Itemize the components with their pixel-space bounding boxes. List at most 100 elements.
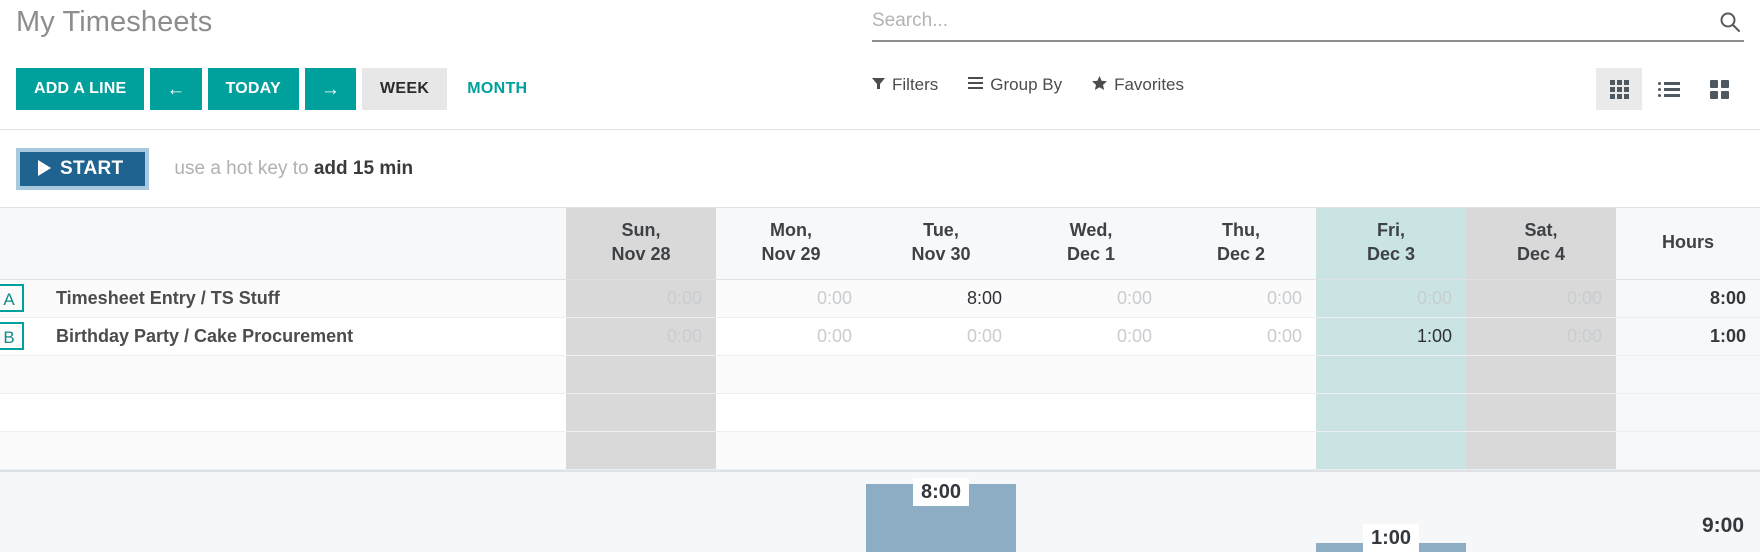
row-description[interactable]: Birthday Party / Cake Procurement (36, 317, 566, 356)
row-badge-cell: A (0, 279, 36, 318)
empty-cell (1316, 355, 1466, 394)
favorites-menu[interactable]: Favorites (1092, 75, 1184, 95)
hours-input-cell[interactable]: 0:00 (1466, 279, 1616, 318)
empty-cell (0, 431, 36, 470)
start-timer-button[interactable]: START (16, 147, 150, 190)
empty-cell (1616, 355, 1760, 394)
day-name: Wed, (1069, 220, 1113, 240)
row-badge[interactable]: B (0, 322, 24, 351)
chart-bar-label: 1:00 (1362, 523, 1420, 552)
empty-cell (716, 393, 866, 432)
empty-cell (1016, 355, 1166, 394)
empty-cell (1166, 393, 1316, 432)
view-kanban-button[interactable] (1696, 68, 1742, 110)
play-icon (38, 160, 51, 176)
scale-week-button[interactable]: WEEK (362, 68, 448, 110)
empty-cell (866, 393, 1016, 432)
hours-input-cell[interactable]: 0:00 (716, 279, 866, 318)
hours-input-cell[interactable]: 0:00 (716, 317, 866, 356)
hours-input-cell[interactable]: 0:00 (566, 317, 716, 356)
empty-cell (866, 355, 1016, 394)
empty-cell (1616, 431, 1760, 470)
day-date: Dec 2 (1216, 244, 1266, 265)
empty-cell (566, 431, 716, 470)
day-column-header-4: Thu, Dec 2 (1166, 208, 1316, 280)
day-name: Mon, (770, 220, 812, 240)
view-switcher (1596, 68, 1742, 110)
hours-input-cell[interactable]: 0:00 (566, 279, 716, 318)
day-date: Nov 30 (911, 244, 971, 265)
grid-header-row: Sun, Nov 28 Mon, Nov 29 Tue, Nov 30 Wed, Dec 1 T… (0, 208, 1760, 280)
list-icon (1658, 81, 1680, 97)
next-period-button[interactable]: → (304, 68, 357, 110)
day-name: Sun, (621, 220, 661, 240)
search-input[interactable] (872, 8, 1672, 34)
day-name: Thu, (1222, 220, 1260, 240)
hours-bar-chart: 8:00 1:00 9:00 (0, 469, 1760, 552)
add-a-line-button[interactable]: ADD A LINE (16, 68, 145, 110)
empty-cell (566, 355, 716, 394)
action-button-row: ADD A LINE ← TODAY → WEEK MONTH (16, 68, 547, 110)
timesheet-grid: Sun, Nov 28 Mon, Nov 29 Tue, Nov 30 Wed, Dec 1 T… (0, 208, 1760, 470)
row-description[interactable]: Timesheet Entry / TS Stuff (36, 279, 566, 318)
empty-row (0, 393, 1760, 432)
empty-cell (1016, 431, 1166, 470)
day-column-header-2: Tue, Nov 30 (866, 208, 1016, 280)
hotkey-hint-prefix: use a hot key to (174, 157, 314, 179)
hours-input-cell[interactable]: 8:00 (866, 279, 1016, 318)
search-bar (872, 8, 1744, 42)
day-date: Dec 3 (1366, 244, 1416, 265)
empty-cell (566, 393, 716, 432)
hours-input-cell[interactable]: 0:00 (1316, 279, 1466, 318)
control-panel: My Timesheets ADD A LINE ← TODAY → WEEK … (0, 0, 1760, 130)
empty-cell (1016, 393, 1166, 432)
view-grid-button[interactable] (1596, 68, 1642, 110)
grid-body: A Timesheet Entry / TS Stuff 0:00 0:00 8:00 0… (0, 279, 1760, 470)
timer-bar: START use a hot key to add 15 min (0, 130, 1760, 208)
grid-icon (1609, 79, 1629, 99)
hours-input-cell[interactable]: 1:00 (1316, 317, 1466, 356)
kanban-icon (1709, 79, 1729, 99)
group-by-menu[interactable]: Group By (968, 75, 1062, 95)
star-icon (1092, 76, 1108, 94)
row-badge[interactable]: A (0, 284, 24, 313)
table-row: A Timesheet Entry / TS Stuff 0:00 0:00 8:00 0… (0, 279, 1760, 318)
empty-cell (36, 431, 566, 470)
hours-input-cell[interactable]: 0:00 (866, 317, 1016, 356)
search-icon[interactable] (1718, 10, 1742, 34)
start-button-label: START (60, 157, 124, 179)
hours-input-cell[interactable]: 0:00 (1016, 279, 1166, 318)
hotkey-hint-strong: add 15 min (313, 157, 414, 179)
view-list-button[interactable] (1646, 68, 1692, 110)
table-row: B Birthday Party / Cake Procurement 0:00 0:… (0, 317, 1760, 356)
hotkey-hint: use a hot key to add 15 min (174, 158, 413, 180)
row-total-hours: 1:00 (1616, 317, 1760, 356)
hours-input-cell[interactable]: 0:00 (1016, 317, 1166, 356)
scale-month-button[interactable]: MONTH (449, 68, 545, 110)
group-by-label: Group By (990, 75, 1063, 94)
search-dropdown-menus: Filters Group By Favorites (872, 75, 1184, 95)
badge-column-header (0, 208, 36, 280)
day-name: Tue, (923, 220, 959, 240)
empty-cell (1466, 431, 1616, 470)
filters-menu[interactable]: Filters (872, 75, 938, 95)
empty-cell (0, 393, 36, 432)
day-date: Nov 29 (761, 244, 821, 265)
today-button[interactable]: TODAY (207, 68, 299, 110)
favorites-label: Favorites (1114, 75, 1185, 94)
day-column-header-5: Fri, Dec 3 (1316, 208, 1466, 280)
hours-input-cell[interactable]: 0:00 (1166, 279, 1316, 318)
day-date: Dec 1 (1066, 244, 1116, 265)
empty-cell (36, 355, 566, 394)
previous-period-button[interactable]: ← (150, 68, 202, 110)
filters-label: Filters (892, 75, 939, 94)
day-column-header-3: Wed, Dec 1 (1016, 208, 1166, 280)
empty-cell (1316, 431, 1466, 470)
hours-input-cell[interactable]: 0:00 (1166, 317, 1316, 356)
hamburger-icon (968, 77, 984, 93)
empty-cell (1466, 393, 1616, 432)
filter-icon (872, 77, 885, 94)
empty-cell (866, 431, 1016, 470)
empty-cell (1616, 393, 1760, 432)
hours-input-cell[interactable]: 0:00 (1466, 317, 1616, 356)
